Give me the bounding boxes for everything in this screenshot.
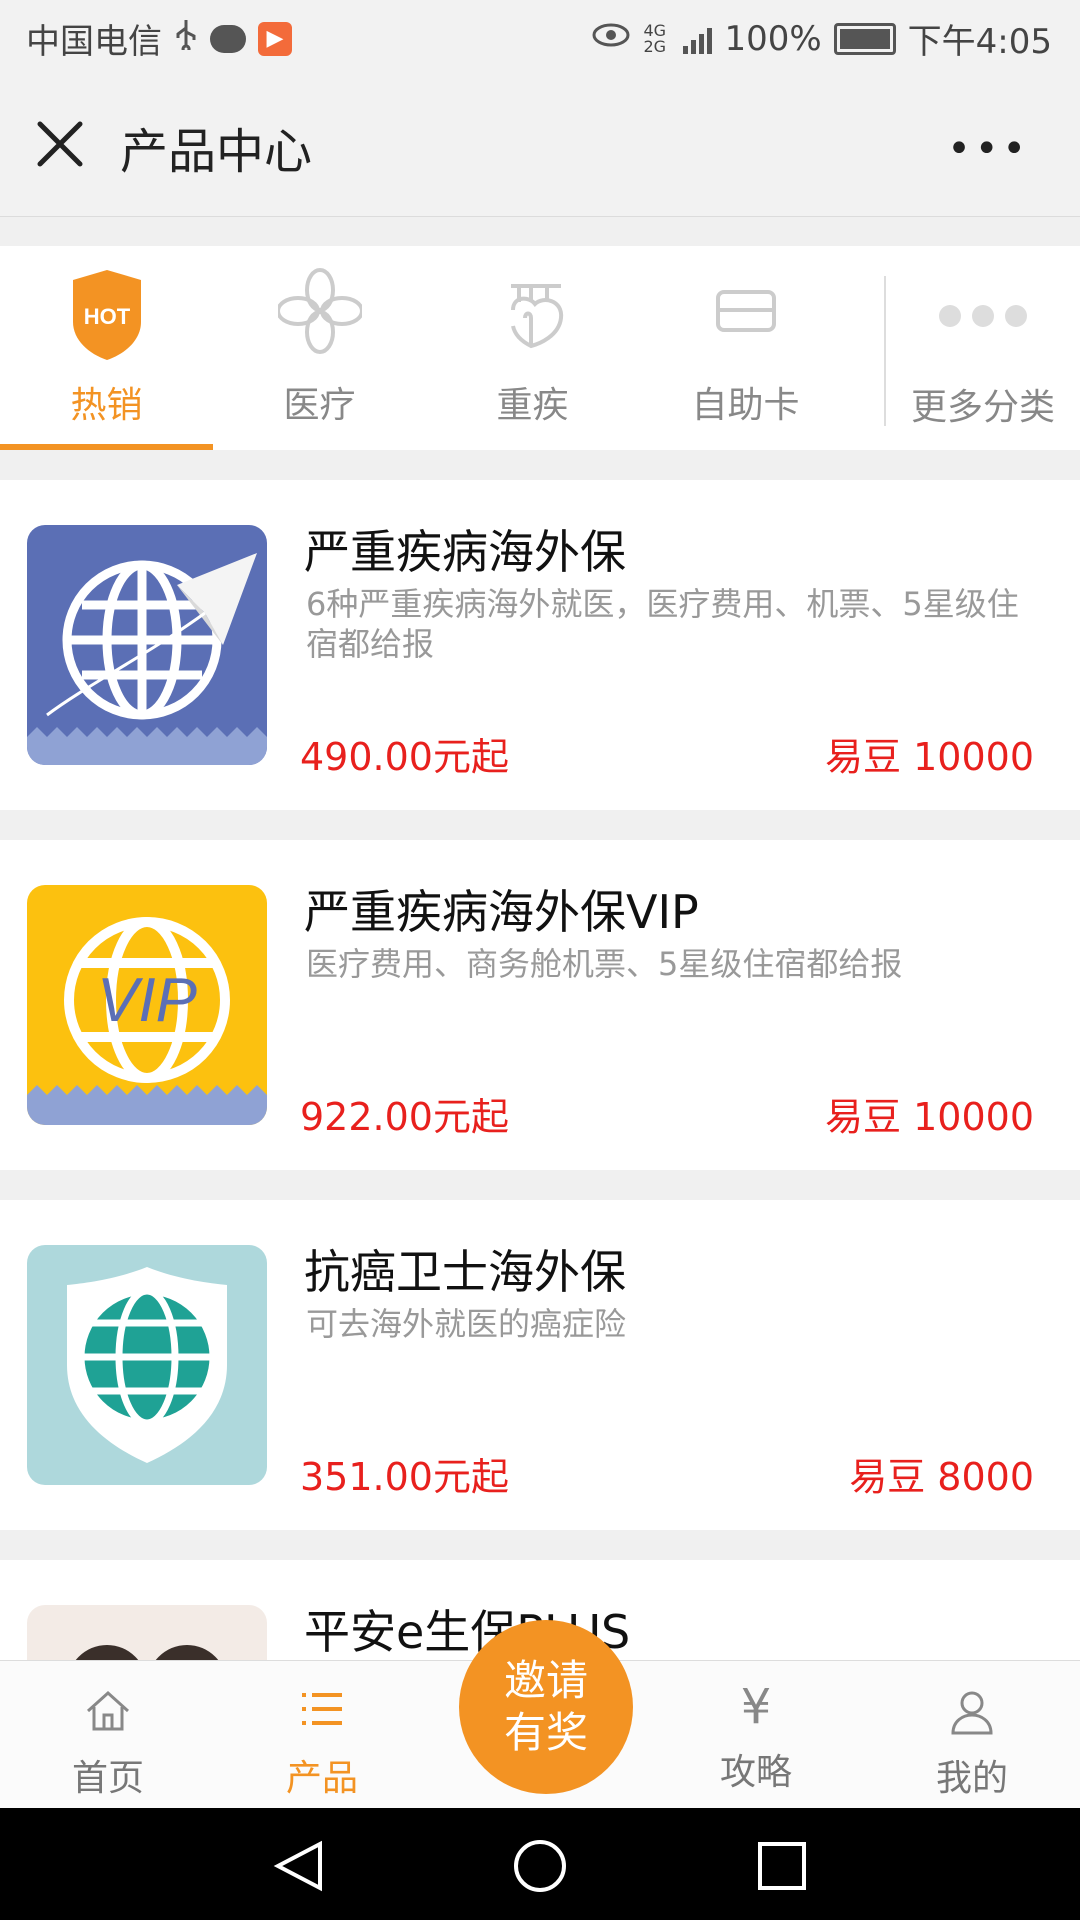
product-name: 抗癌卫士海外保 (304, 1245, 626, 1299)
battery-icon (833, 22, 896, 55)
nav-guide[interactable]: ¥ 攻略 (656, 1661, 856, 1809)
tab-label-critical-illness: 重疾 (496, 385, 569, 426)
category-tabs: HOT 热销 医疗 重疾 自助卡 更多分类 (0, 246, 1080, 450)
header: 产品中心 ••• (0, 74, 1080, 217)
tab-more-categories[interactable]: 更多分类 (886, 246, 1080, 450)
tab-card[interactable]: 自助卡 (639, 246, 852, 450)
back-icon[interactable] (270, 1838, 330, 1898)
invite-line-2: 有奖 (503, 1708, 588, 1757)
system-nav-bar (0, 1808, 1080, 1920)
signal-icon (683, 24, 713, 54)
tab-label-hot: 热销 (70, 385, 143, 426)
nav-label-products: 产品 (285, 1758, 358, 1799)
medical-icon (275, 266, 364, 360)
home-icon (84, 1689, 132, 1737)
product-thumbnail (27, 1605, 267, 1660)
tab-hot[interactable]: HOT 热销 (0, 246, 213, 450)
video-app-icon: ▶ (258, 21, 292, 56)
user-icon (949, 1689, 995, 1739)
hot-icon: HOT (69, 266, 145, 366)
more-dots-icon (928, 266, 1038, 360)
page-title: 产品中心 (120, 124, 313, 180)
product-thumbnail (27, 525, 267, 765)
more-menu-button[interactable]: ••• (947, 126, 1030, 172)
product-card[interactable]: 严重疾病海外保 6种严重疾病海外就医，医疗费用、机票、5星级住宿都给报 490.… (0, 480, 1080, 810)
tab-label-medical: 医疗 (283, 385, 356, 426)
nav-label-guide: 攻略 (719, 1752, 792, 1793)
critical-illness-icon (491, 266, 575, 360)
nav-home[interactable]: 首页 (8, 1661, 208, 1809)
carrier-label: 中国电信 (26, 22, 162, 62)
status-right: 4G 2G 100% 下午4:05 (591, 14, 1052, 63)
product-name: 严重疾病海外保VIP (304, 885, 699, 939)
product-price: 922.00元起 (300, 1095, 509, 1139)
close-icon[interactable] (32, 116, 88, 172)
tab-label-more: 更多分类 (910, 387, 1055, 428)
network-label: 4G 2G (643, 20, 667, 56)
list-icon (298, 1689, 346, 1733)
product-beans: 易豆 8000 (849, 1455, 1034, 1499)
hot-icon-text: HOT (83, 304, 130, 329)
nav-label-mine: 我的 (935, 1758, 1008, 1799)
eye-icon (591, 19, 631, 59)
product-beans: 易豆 10000 (825, 735, 1034, 779)
product-price: 351.00元起 (300, 1455, 509, 1499)
active-tab-indicator (0, 444, 213, 450)
recent-apps-icon[interactable] (756, 1840, 808, 1896)
invite-line-1: 邀请 (503, 1656, 588, 1705)
product-card[interactable]: 抗癌卫士海外保 可去海外就医的癌症险 351.00元起 易豆 8000 (0, 1200, 1080, 1530)
usb-icon (174, 18, 198, 59)
status-bar: 中国电信 ▶ 4G 2G 100% 下午4:05 (0, 0, 1080, 74)
product-beans: 易豆 10000 (825, 1095, 1034, 1139)
tab-critical-illness[interactable]: 重疾 (426, 246, 639, 450)
yen-icon: ¥ (740, 1679, 772, 1735)
tab-label-card: 自助卡 (691, 385, 800, 426)
tab-medical[interactable]: 医疗 (213, 246, 426, 450)
card-icon (704, 266, 788, 360)
clock: 下午4:05 (907, 22, 1052, 62)
product-price: 490.00元起 (300, 735, 509, 779)
product-description: 医疗费用、商务舱机票、5星级住宿都给报 (306, 945, 903, 983)
product-name: 严重疾病海外保 (304, 525, 626, 579)
chat-icon (210, 24, 246, 53)
product-description: 可去海外就医的癌症险 (306, 1305, 627, 1343)
invite-reward-button[interactable]: 邀请 有奖 (459, 1620, 633, 1794)
nav-mine[interactable]: 我的 (872, 1661, 1072, 1809)
product-thumbnail: VIP (27, 885, 267, 1125)
nav-products[interactable]: 产品 (222, 1661, 422, 1809)
battery-percent: 100% (724, 18, 822, 59)
product-thumbnail (27, 1245, 267, 1485)
home-circle-icon[interactable] (512, 1838, 568, 1898)
nav-label-home: 首页 (71, 1758, 144, 1799)
status-left: 中国电信 ▶ (26, 14, 292, 63)
vip-thumb-text: VIP (97, 966, 197, 1035)
product-description: 6种严重疾病海外就医，医疗费用、机票、5星级住宿都给报 (306, 585, 1019, 663)
product-card[interactable]: VIP 严重疾病海外保VIP 医疗费用、商务舱机票、5星级住宿都给报 922.0… (0, 840, 1080, 1170)
